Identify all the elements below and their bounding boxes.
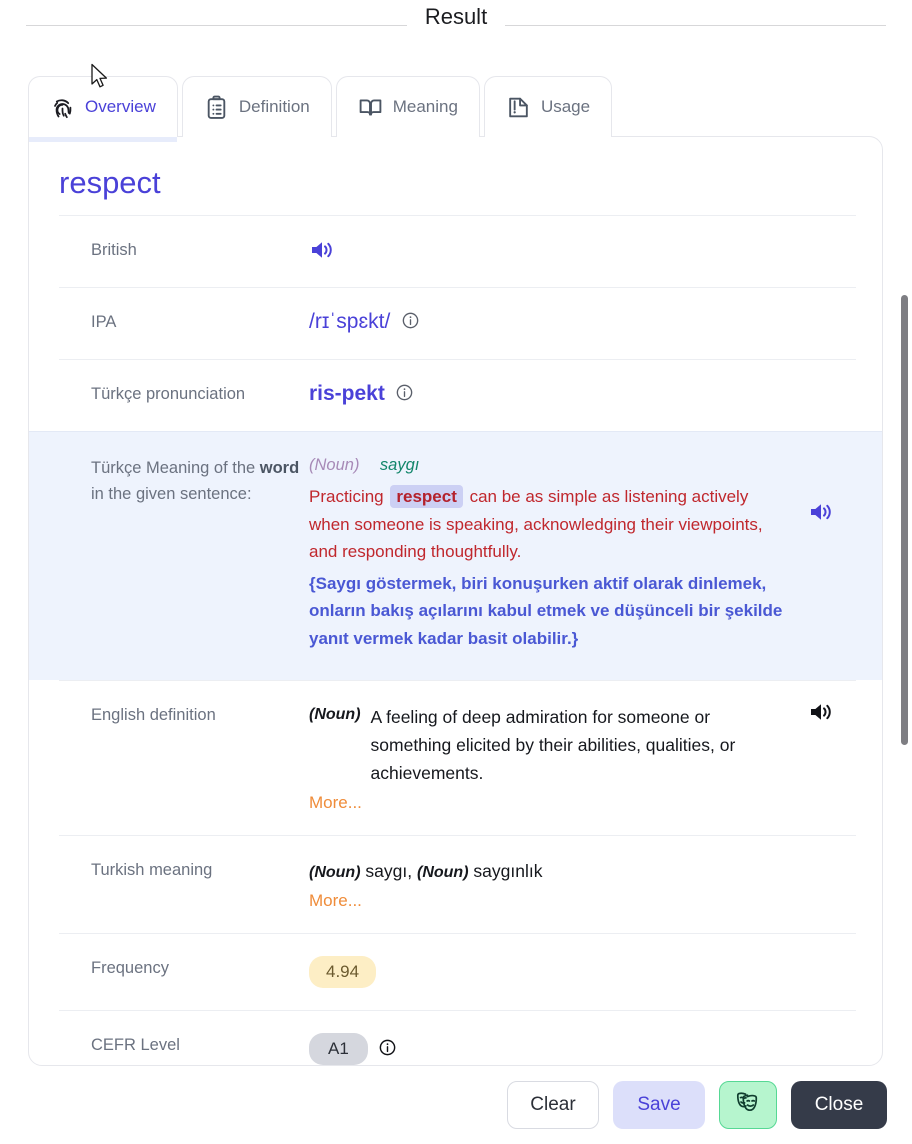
row-label-turkce-meaning: Türkçe Meaning of the word in the given … [59, 456, 309, 507]
pos-tag: (Noun) [309, 706, 361, 724]
tab-label-usage: Usage [540, 97, 591, 116]
open-book-icon [358, 95, 383, 120]
row-value-british [309, 238, 856, 262]
header-rule-right [505, 24, 887, 26]
pos-tag: (Noun) [416, 864, 469, 882]
row-british: British [59, 215, 856, 287]
word-title: respect [59, 165, 161, 200]
turkce-gloss: saygı [379, 456, 420, 474]
speaker-icon[interactable] [808, 700, 834, 724]
book-page-icon [506, 95, 531, 120]
fingerprint-icon [50, 95, 75, 120]
row-value-cefr-level: A1 [309, 1033, 856, 1065]
turkce-meaning-pos-line: (Noun) saygı [309, 456, 786, 475]
turkish-meaning-value-2: saygınlık [473, 861, 543, 882]
close-button[interactable]: Close [791, 1081, 887, 1129]
example-sentence-english: Practicing respect can be as simple as l… [309, 483, 786, 566]
row-value-turkish-meaning: (Noun) saygı, (Noun) saygınlık More... [309, 858, 856, 911]
row-label-english-definition: English definition [91, 706, 216, 725]
english-definition-more-link[interactable]: More... [309, 793, 812, 813]
theater-masks-icon [733, 1087, 763, 1123]
info-icon[interactable] [396, 384, 413, 401]
result-dialog: Result Overview Definition Meaning Usage… [0, 0, 912, 1144]
english-definition-text: A feeling of deep admiration for someone… [370, 707, 736, 784]
turkce-meaning-label-bold: word [259, 459, 300, 477]
tab-overview[interactable]: Overview [28, 76, 178, 142]
tab-meaning[interactable]: Meaning [335, 76, 480, 137]
tab-label-definition: Definition [238, 97, 310, 116]
tab-usage[interactable]: Usage [483, 76, 613, 137]
row-frequency: Frequency 4.94 [59, 933, 856, 1010]
result-card: respect British IPA /rɪˈspɛkt/ Türkçe pr… [28, 136, 883, 1066]
tab-definition[interactable]: Definition [181, 76, 332, 137]
detail-rows: British IPA /rɪˈspɛkt/ Türkçe pronunciat… [29, 215, 882, 1065]
tab-label-overview: Overview [85, 97, 156, 116]
sentence-before: Practicing [309, 487, 389, 506]
row-turkce-pronunciation: Türkçe pronunciation ris-pekt [59, 359, 856, 431]
turkish-meaning-value-1: saygı [365, 861, 408, 882]
row-ipa: IPA /rɪˈspɛkt/ [59, 287, 856, 359]
header-rule-left [26, 24, 407, 26]
row-label-cefr-level: CEFR Level [91, 1036, 180, 1055]
cefr-badge: A1 [309, 1033, 368, 1065]
turkish-meaning-line: (Noun) saygı, (Noun) saygınlık [309, 858, 812, 885]
turkish-meaning-more-link[interactable]: More... [309, 891, 812, 911]
ipa-value: /rɪˈspɛkt/ [309, 310, 391, 333]
tab-label-meaning: Meaning [392, 97, 458, 116]
turkce-pronunciation-value: ris-pekt [309, 382, 385, 405]
tab-bar: Overview Definition Meaning Usage [28, 76, 613, 142]
row-cefr-level: CEFR Level A1 [59, 1010, 856, 1065]
speaker-icon[interactable] [309, 238, 335, 262]
row-value-turkce-pronunciation: ris-pekt [309, 382, 856, 406]
row-turkce-meaning-sentence: Türkçe Meaning of the word in the given … [29, 431, 882, 681]
clipboard-list-icon [204, 95, 229, 120]
dialog-footer: Clear Save Close [0, 1066, 912, 1144]
speaker-icon[interactable] [808, 500, 834, 524]
frequency-badge: 4.94 [309, 956, 377, 989]
row-value-ipa: /rɪˈspɛkt/ [309, 310, 856, 334]
scrollbar-track[interactable] [900, 0, 912, 1144]
turkish-meaning-separator: , [407, 861, 413, 882]
english-definition-block: (Noun) A feeling of deep admiration for … [309, 703, 812, 787]
sentence-highlight-chip: respect [390, 485, 463, 508]
save-button[interactable]: Save [613, 1081, 705, 1129]
theater-mode-button[interactable] [719, 1081, 777, 1129]
page-title: Result [424, 4, 488, 29]
row-turkish-meaning: Turkish meaning (Noun) saygı, (Noun) say… [59, 835, 856, 933]
pos-tag: (Noun) [309, 456, 360, 474]
scrollbar-thumb[interactable] [901, 295, 908, 745]
pos-tag: (Noun) [309, 864, 361, 882]
info-icon[interactable] [402, 312, 419, 329]
turkce-meaning-label-part1: Türkçe Meaning of the [91, 459, 260, 477]
clear-button[interactable]: Clear [507, 1081, 599, 1129]
row-label-british: British [91, 241, 137, 259]
row-label-turkce-pronunciation: Türkçe pronunciation [91, 385, 246, 403]
example-sentence-turkish: {Saygı göstermek, biri konuşurken aktif … [309, 573, 783, 648]
result-header: Result [0, 0, 912, 34]
info-icon[interactable] [379, 1039, 396, 1056]
turkce-meaning-label-part2: in the given sentence: [91, 484, 252, 503]
row-value-turkce-meaning: (Noun) saygı Practicing respect can be a… [309, 456, 856, 652]
row-label-turkish-meaning: Turkish meaning [91, 861, 213, 880]
row-english-definition: English definition (Noun) A feeling of d… [59, 680, 856, 835]
row-label-frequency: Frequency [91, 959, 169, 978]
row-value-frequency: 4.94 [309, 956, 856, 989]
row-label-ipa: IPA [91, 313, 117, 331]
row-value-english-definition: (Noun) A feeling of deep admiration for … [309, 703, 856, 813]
